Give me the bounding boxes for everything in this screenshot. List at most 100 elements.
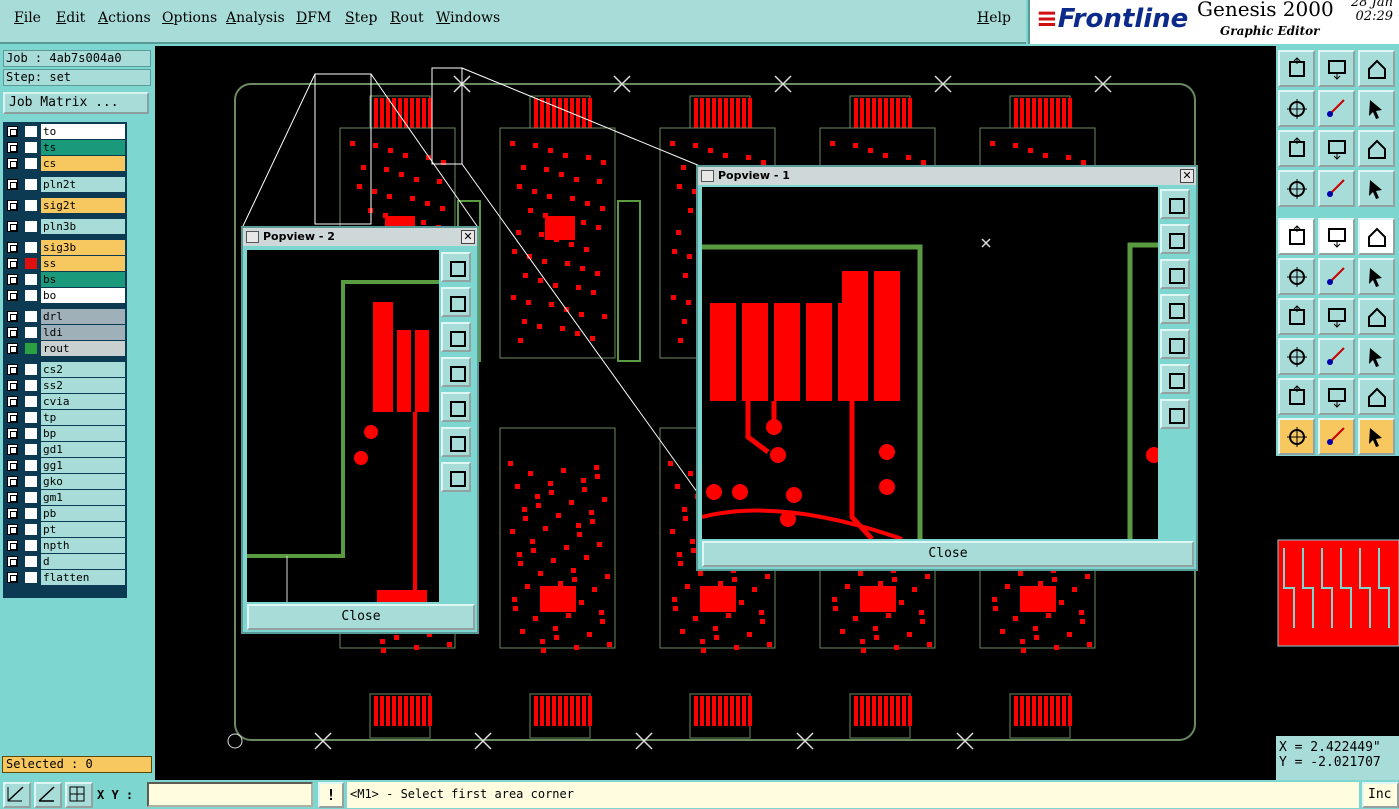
menu-file[interactable]: File xyxy=(14,10,41,26)
layer-checkbox[interactable] xyxy=(7,412,18,423)
layer-checkbox[interactable] xyxy=(7,556,18,567)
layer-checkbox[interactable] xyxy=(7,380,18,391)
layer-row-npth[interactable]: npth xyxy=(5,538,125,553)
snap-icon[interactable] xyxy=(1278,218,1315,255)
layer-row-cs2[interactable]: cs2 xyxy=(5,362,125,377)
menu-actions[interactable]: Actions xyxy=(98,10,151,26)
popview-1-close-icon[interactable]: ✕ xyxy=(1180,169,1194,183)
popview-2-close-button[interactable]: Close xyxy=(247,604,475,630)
layer-row-flatten[interactable]: flatten xyxy=(5,570,125,585)
popview-2-view-button-4[interactable] xyxy=(441,357,471,387)
segment-icon[interactable] xyxy=(1318,338,1355,375)
pointer-active-icon[interactable] xyxy=(1358,418,1395,455)
layer-row-pb[interactable]: pb xyxy=(5,506,125,521)
menu-options[interactable]: Options xyxy=(162,10,217,26)
layer-checkbox[interactable] xyxy=(7,396,18,407)
layer-checkbox[interactable] xyxy=(7,274,18,285)
layer-row-bo[interactable]: bo xyxy=(5,288,125,303)
layer-checkbox[interactable] xyxy=(7,142,18,153)
angle-icon[interactable] xyxy=(34,782,62,808)
xy-input[interactable] xyxy=(147,782,313,807)
layer-row-d[interactable]: d xyxy=(5,554,125,569)
layer-checkbox[interactable] xyxy=(7,444,18,455)
layer-row-bs[interactable]: bs xyxy=(5,272,125,287)
diagonal-icon[interactable] xyxy=(3,782,31,808)
layer-row-sig3b[interactable]: sig3b xyxy=(5,240,125,255)
layer-checkbox[interactable] xyxy=(7,242,18,253)
home-icon[interactable] xyxy=(1278,50,1315,87)
layer-row-pt[interactable]: pt xyxy=(5,522,125,537)
triangle-a-icon[interactable] xyxy=(1318,378,1355,415)
layer-row-rout[interactable]: rout xyxy=(5,341,125,356)
line-icon[interactable] xyxy=(1318,298,1355,335)
popview-1-view-button-5[interactable] xyxy=(1160,329,1190,359)
pan-left-icon[interactable] xyxy=(1278,90,1315,127)
layer-row-pln2t[interactable]: pln2t xyxy=(5,177,125,192)
layer-checkbox[interactable] xyxy=(7,221,18,232)
popview-2-view[interactable] xyxy=(247,250,439,602)
home-down-icon[interactable] xyxy=(1318,50,1355,87)
layer-checkbox[interactable] xyxy=(7,258,18,269)
popview-2-view-button-7[interactable] xyxy=(441,462,471,492)
scale-1-2-icon[interactable] xyxy=(1358,130,1395,167)
layer-checkbox[interactable] xyxy=(7,311,18,322)
layer-checkbox[interactable] xyxy=(7,126,18,137)
layer-row-to[interactable]: to xyxy=(5,124,125,139)
layer-row-gd1[interactable]: gd1 xyxy=(5,442,125,457)
triangle-icon[interactable] xyxy=(1278,378,1315,415)
ruler-icon[interactable] xyxy=(1358,218,1395,255)
popview-2-view-button-6[interactable] xyxy=(441,427,471,457)
layer-checkbox[interactable] xyxy=(7,572,18,583)
pointer-icon[interactable] xyxy=(1278,418,1315,455)
layer-checkbox[interactable] xyxy=(7,179,18,190)
pointer-box-icon[interactable] xyxy=(1318,418,1355,455)
popview-2-view-button-5[interactable] xyxy=(441,392,471,422)
menu-rout[interactable]: Rout xyxy=(390,10,424,26)
layer-checkbox[interactable] xyxy=(7,290,18,301)
arc-icon[interactable] xyxy=(1358,298,1395,335)
layer-row-bp[interactable]: bp xyxy=(5,426,125,441)
popview-2-view-button-3[interactable] xyxy=(441,322,471,352)
undo-view-icon[interactable] xyxy=(1358,90,1395,127)
menu-analysis[interactable]: Analysis xyxy=(226,10,285,26)
cross-icon[interactable] xyxy=(1318,258,1355,295)
layer-checkbox[interactable] xyxy=(7,460,18,471)
popview-1-view-button-3[interactable] xyxy=(1160,259,1190,289)
node-link-icon[interactable] xyxy=(1278,258,1315,295)
layer-row-gm1[interactable]: gm1 xyxy=(5,490,125,505)
popview-1-view-button-2[interactable] xyxy=(1160,224,1190,254)
layer-row-ss[interactable]: ss xyxy=(5,256,125,271)
pad-icon[interactable] xyxy=(1278,338,1315,375)
pan-right-icon[interactable] xyxy=(1318,90,1355,127)
settings-icon[interactable] xyxy=(1278,170,1315,207)
popview-1-view-button-7[interactable] xyxy=(1160,399,1190,429)
popview-1-view[interactable] xyxy=(702,187,1158,539)
grid-snap-icon[interactable] xyxy=(65,782,93,808)
layer-row-tp[interactable]: tp xyxy=(5,410,125,425)
layer-checkbox[interactable] xyxy=(7,476,18,487)
menu-windows[interactable]: Windows xyxy=(436,10,500,26)
menu-help[interactable]: Help xyxy=(977,10,1011,26)
layer-row-ss2[interactable]: ss2 xyxy=(5,378,125,393)
layer-checkbox[interactable] xyxy=(7,540,18,551)
layer-checkbox[interactable] xyxy=(7,364,18,375)
layer-checkbox[interactable] xyxy=(7,158,18,169)
layer-checkbox[interactable] xyxy=(7,508,18,519)
measure-diagonal-icon[interactable] xyxy=(1318,218,1355,255)
layer-checkbox[interactable] xyxy=(7,327,18,338)
layer-row-gko[interactable]: gko xyxy=(5,474,125,489)
layer-row-drl[interactable]: drl xyxy=(5,309,125,324)
connect-icon[interactable] xyxy=(1358,258,1395,295)
layer-colors-icon[interactable] xyxy=(1358,170,1395,207)
popview-2-view-button-1[interactable] xyxy=(441,252,471,282)
layer-row-sig2t[interactable]: sig2t xyxy=(5,198,125,213)
layer-row-cvia[interactable]: cvia xyxy=(5,394,125,409)
layer-checkbox[interactable] xyxy=(7,524,18,535)
popview-1-close-button[interactable]: Close xyxy=(702,541,1194,567)
layer-checkbox[interactable] xyxy=(7,200,18,211)
popview-1-view-button-6[interactable] xyxy=(1160,364,1190,394)
popview-1-view-button-4[interactable] xyxy=(1160,294,1190,324)
popview-2-view-button-2[interactable] xyxy=(441,287,471,317)
fit-box-icon[interactable] xyxy=(1358,338,1395,375)
layer-row-ldi[interactable]: ldi xyxy=(5,325,125,340)
